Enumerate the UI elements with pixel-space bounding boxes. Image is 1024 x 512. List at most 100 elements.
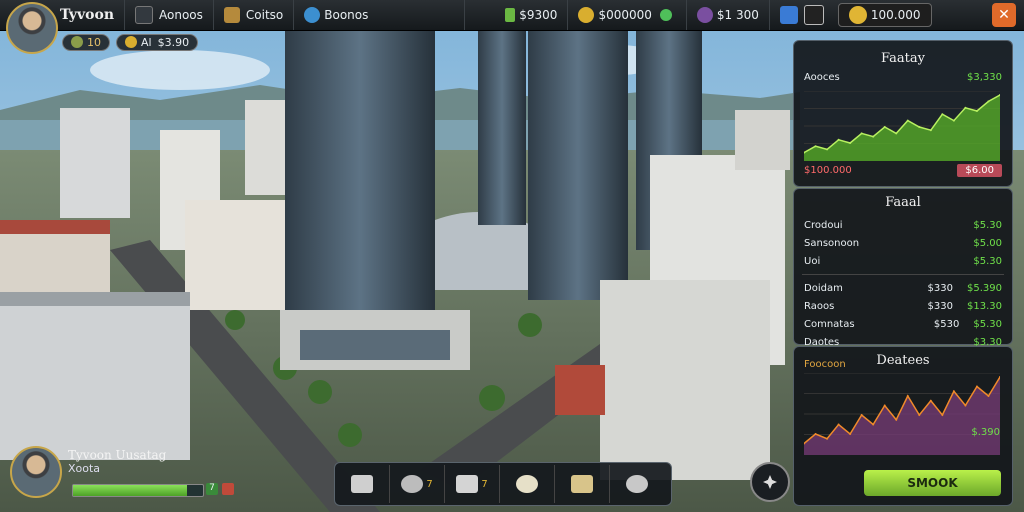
shop-buttons <box>770 0 834 30</box>
finance-row: Uoi $5.30 <box>794 252 1012 270</box>
money-c-value: $1 300 <box>716 8 759 22</box>
close-button[interactable]: ✕ <box>992 3 1016 27</box>
plane-icon <box>456 475 479 493</box>
finance-row-label: Sansonoon <box>804 237 860 249</box>
close-icon: ✕ <box>998 7 1010 23</box>
finance-row-label: Uoi <box>804 255 821 267</box>
menu-label: Aonoos <box>159 8 203 22</box>
finance-row-v2: $5.390 <box>967 282 1002 294</box>
money-a: $9300 <box>495 0 569 30</box>
gem-icon <box>659 9 672 21</box>
market-bottom-row: $100.000 $6.00 <box>794 161 1012 179</box>
gold-value: 100.000 <box>870 8 921 22</box>
series-area <box>804 377 1000 455</box>
deals-value: $.390 <box>971 427 1000 438</box>
menu-boonos[interactable]: Boonos <box>294 0 466 30</box>
player-card: Tyvoon Uusatag Xoota 7 <box>68 448 238 502</box>
tool-plane[interactable]: 7 <box>445 465 500 503</box>
tool-tray: 77 <box>334 462 672 506</box>
finance-row-values: $5.00 <box>973 238 1002 249</box>
ring-icon <box>516 475 538 493</box>
tool-ring[interactable] <box>500 465 555 503</box>
progress-bar <box>72 484 204 497</box>
finance-row-values: $5.30 <box>973 256 1002 267</box>
tool-count: 7 <box>481 478 488 490</box>
data-point <box>837 423 840 426</box>
data-point <box>860 132 863 135</box>
data-point <box>941 113 944 116</box>
player-sub: Xoota <box>68 462 101 475</box>
gold-coin-icon <box>848 6 867 24</box>
data-point <box>826 148 829 151</box>
market-row: Aooces $3,330 <box>794 68 1012 86</box>
market-value: $3,330 <box>967 71 1002 83</box>
data-point <box>975 385 978 388</box>
tool-helicopter[interactable]: 7 <box>390 465 445 503</box>
top-bar: Tyvoon Aonoos Coitso Boonos $9300 $00000… <box>0 0 1024 31</box>
finance-row-v2: $5.00 <box>973 237 1002 249</box>
finance-row-values: $330 $5.390 <box>928 283 1002 294</box>
market-chart[interactable] <box>804 91 1000 161</box>
finance-row-v1: $530 <box>933 318 960 330</box>
globe-icon <box>304 7 321 23</box>
data-point <box>987 100 990 103</box>
market-series-label: Aooces <box>804 71 840 83</box>
data-point <box>918 414 921 416</box>
data-point <box>987 395 990 397</box>
data-point <box>964 404 967 407</box>
menu-aonoos[interactable]: Aonoos <box>125 0 214 30</box>
player-name: Tyvoon Uusatag <box>68 448 167 462</box>
tool-wrench[interactable] <box>335 465 390 503</box>
tool-count: 7 <box>426 478 433 490</box>
finance-row: Comnatas $530 $5.30 <box>794 315 1012 333</box>
data-point <box>883 404 886 407</box>
cash-pill: Al $3.90 <box>116 33 199 51</box>
data-point <box>975 110 978 112</box>
data-point <box>826 437 829 440</box>
bonus-badge[interactable]: 7 <box>206 483 218 495</box>
shield-icon[interactable] <box>779 6 798 24</box>
bread-icon <box>571 475 593 493</box>
player-avatar[interactable] <box>10 446 62 498</box>
top-avatar[interactable] <box>6 2 58 54</box>
data-point <box>906 395 909 397</box>
finance-row-v1: $330 <box>927 300 953 312</box>
data-point <box>872 423 875 426</box>
diamond-icon[interactable] <box>803 5 824 25</box>
bonus-arrow-icon[interactable] <box>222 483 234 495</box>
deals-chart[interactable] <box>804 373 1000 455</box>
menu-coitso[interactable]: Coitso <box>214 0 295 30</box>
level-value: 10 <box>87 35 101 49</box>
data-point <box>814 433 817 435</box>
market-bottom-value: $100.000 <box>804 164 852 176</box>
game-scene: Tyvoon Aonoos Coitso Boonos $9300 $00000… <box>0 0 1024 512</box>
finance-rows-bottom: Doidam $330 $5.390 Raoos $330 $13.30 Comnatas $… <box>794 279 1012 351</box>
coin-icon <box>578 7 595 23</box>
finance-row: Doidam $330 $5.390 <box>794 279 1012 297</box>
tool-bread[interactable] <box>555 465 610 503</box>
orb-icon <box>696 7 713 23</box>
finance-row-v2: $5.30 <box>973 219 1002 231</box>
finance-row-label: Comnatas <box>804 318 855 330</box>
coin-icon <box>125 36 137 48</box>
data-point <box>952 119 955 122</box>
finance-title: Faaal <box>885 195 921 210</box>
data-point <box>929 129 932 132</box>
action-button[interactable]: SMOOK <box>864 470 1001 496</box>
data-point <box>814 145 817 148</box>
medal-icon <box>626 475 648 493</box>
helicopter-icon <box>401 475 424 493</box>
gear-icon <box>763 475 777 489</box>
settings-button[interactable] <box>750 462 790 502</box>
market-button[interactable]: $6.00 <box>957 163 1002 177</box>
level-pill: 10 <box>62 33 110 51</box>
finance-row-label: Crodoui <box>804 219 843 231</box>
menu-label: Boonos <box>324 8 369 22</box>
data-point <box>883 126 886 128</box>
briefcase-icon <box>223 7 240 23</box>
cash-icon <box>505 8 516 22</box>
tool-medal[interactable] <box>610 465 664 503</box>
finance-panel: Faaal Crodoui $5.30 Sansonoon $5.00 Uoi $5.30… <box>793 188 1013 348</box>
divider <box>802 274 1004 275</box>
cash-value: $3.90 <box>157 35 190 49</box>
